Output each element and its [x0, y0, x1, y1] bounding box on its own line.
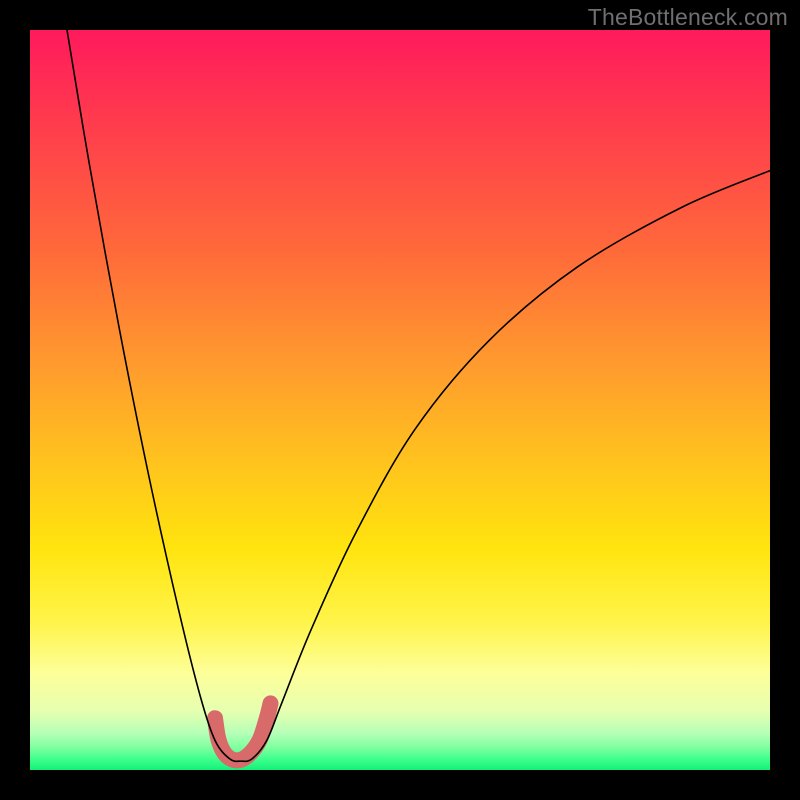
plot-area [30, 30, 770, 770]
chart-frame: TheBottleneck.com [0, 0, 800, 800]
bottleneck-curve-path [67, 30, 770, 761]
curve-layer [30, 30, 770, 770]
watermark-label: TheBottleneck.com [588, 4, 788, 31]
